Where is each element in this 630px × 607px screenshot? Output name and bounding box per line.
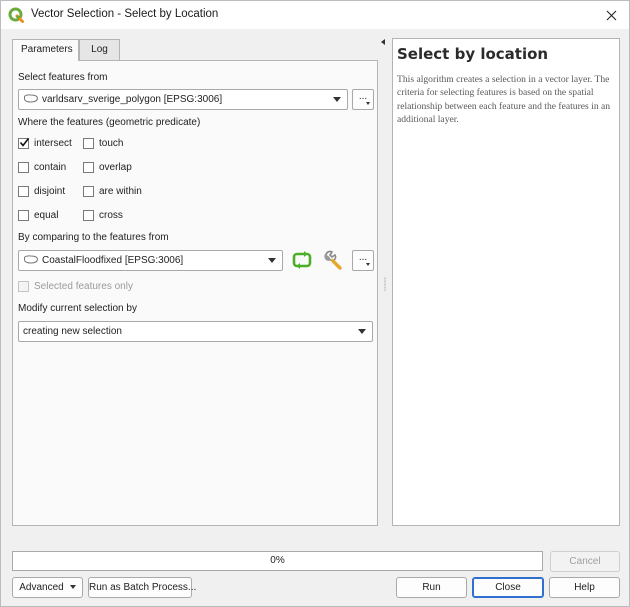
checkbox-touch[interactable] [83,138,94,149]
help-description: This algorithm creates a selection in a … [397,74,611,126]
run-batch-button[interactable]: Run as Batch Process... [88,577,196,598]
chevron-down-icon [366,102,370,105]
close-button[interactable]: Close [472,577,544,598]
input-layer-options-button[interactable]: ... [352,89,374,110]
checkmark-icon [19,138,30,147]
dialog-window: Vector Selection - Select by Location Pa… [0,0,630,607]
predicate-label-contain: contain [34,162,67,173]
checkbox-contain[interactable] [18,162,29,173]
checkbox-are-within[interactable] [83,186,94,197]
advanced-button[interactable]: Advanced [12,577,83,598]
help-button[interactable]: Help [549,577,620,598]
wrench-icon[interactable] [322,249,344,271]
compare-features-label: By comparing to the features from [18,232,169,243]
title-bar: Vector Selection - Select by Location [1,1,629,29]
window-title: Vector Selection - Select by Location [31,8,219,20]
tab-log[interactable]: Log [79,39,120,60]
chevron-down-icon [268,258,276,263]
checkbox-intersect[interactable] [18,138,30,149]
iterate-icon[interactable] [291,249,313,271]
checkbox-disjoint[interactable] [18,186,29,197]
tab-parameters[interactable]: Parameters [12,39,79,61]
compare-layer-value: CoastalFloodfixed [EPSG:3006] [42,255,184,266]
checkbox-selected-only[interactable] [18,281,29,292]
polygon-layer-icon [24,94,39,103]
chevron-down-icon [69,585,76,590]
predicate-label-overlap: overlap [99,162,132,173]
geometric-predicate-label: Where the features (geometric predicate) [18,117,201,128]
predicate-label-disjoint: disjoint [34,186,66,197]
collapse-help-arrow-icon[interactable] [381,39,385,45]
help-title: Select by location [397,45,549,63]
chevron-down-icon [358,329,366,334]
compare-layer-combo[interactable]: CoastalFloodfixed [EPSG:3006] [18,250,283,271]
selected-only-label: Selected features only [34,281,133,292]
checkbox-equal[interactable] [18,210,29,221]
help-pane: Select by location This algorithm create… [392,38,620,526]
input-layer-value: varldsarv_sverige_polygon [EPSG:3006] [42,94,223,105]
splitter-handle[interactable] [384,277,386,291]
progress-text: 0% [270,555,285,566]
input-layer-combo[interactable]: varldsarv_sverige_polygon [EPSG:3006] [18,89,348,110]
predicate-label-equal: equal [34,210,59,221]
modify-selection-combo[interactable]: creating new selection [18,321,373,342]
parameters-panel: Select features from varldsarv_sverige_p… [12,60,378,526]
modify-selection-value: creating new selection [23,326,122,337]
select-features-from-label: Select features from [18,72,108,83]
predicate-label-are-within: are within [99,186,142,197]
polygon-layer-icon [24,255,39,264]
checkbox-cross[interactable] [83,210,94,221]
predicate-label-cross: cross [99,210,123,221]
checkbox-overlap[interactable] [83,162,94,173]
close-window-button[interactable] [601,5,621,25]
compare-layer-options-button[interactable]: ... [352,250,374,271]
predicate-label-touch: touch [99,138,124,149]
modify-selection-label: Modify current selection by [18,303,137,314]
run-button[interactable]: Run [396,577,467,598]
progress-bar: 0% [12,551,543,571]
close-icon [606,10,616,20]
predicate-label-intersect: intersect [34,138,72,149]
qgis-logo-icon [8,7,24,23]
chevron-down-icon [333,97,341,102]
chevron-down-icon [366,263,370,266]
cancel-button[interactable]: Cancel [550,551,620,572]
dots-label: ... [358,252,368,263]
dots-label: ... [358,91,368,102]
advanced-button-label: Advanced [19,582,64,593]
